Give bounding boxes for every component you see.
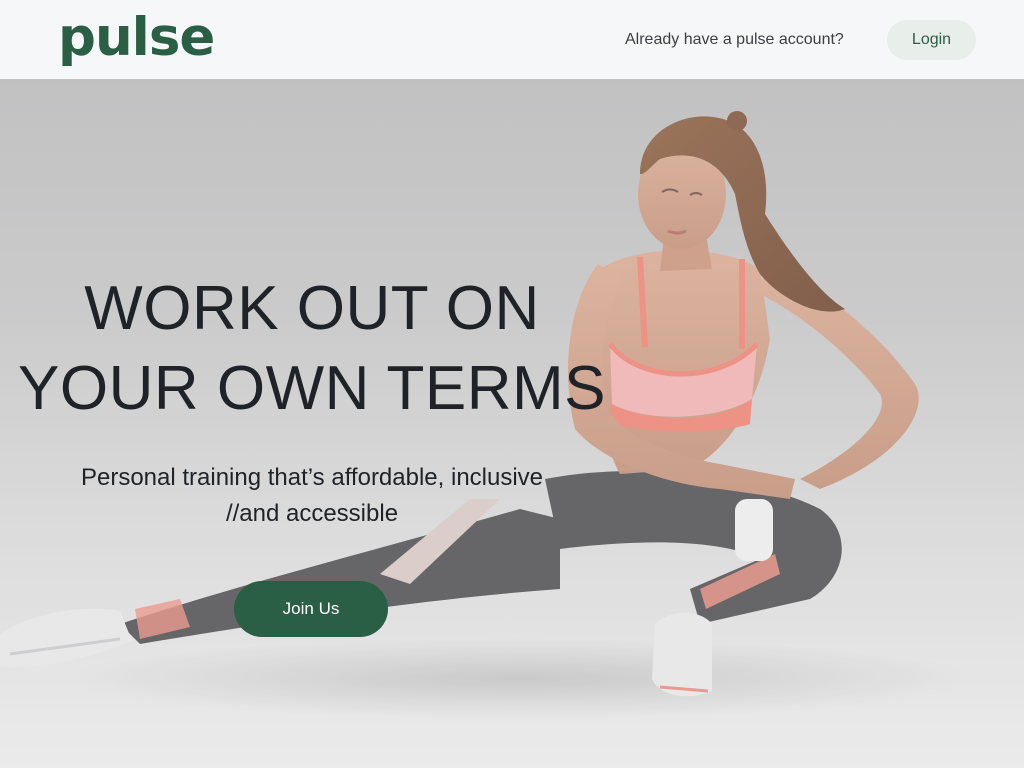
subheadline-line-2: //and accessible — [225, 500, 399, 527]
subheadline-line-1: Personal training that’s affordable, inc… — [80, 464, 544, 491]
login-button[interactable]: Login — [887, 20, 976, 60]
headline-line-2: YOUR OWN TERMS — [18, 354, 606, 423]
account-prompt-text: Already have a pulse account? — [625, 31, 844, 48]
top-header: pulse Already have a pulse account? Logi… — [0, 0, 1024, 79]
headline-line-1: WORK OUT ON — [84, 274, 540, 343]
hero-section: WORK OUT ON YOUR OWN TERMS Personal trai… — [0, 79, 1024, 768]
pulse-logo[interactable]: pulse — [58, 6, 215, 70]
join-us-button[interactable]: Join Us — [234, 581, 388, 637]
